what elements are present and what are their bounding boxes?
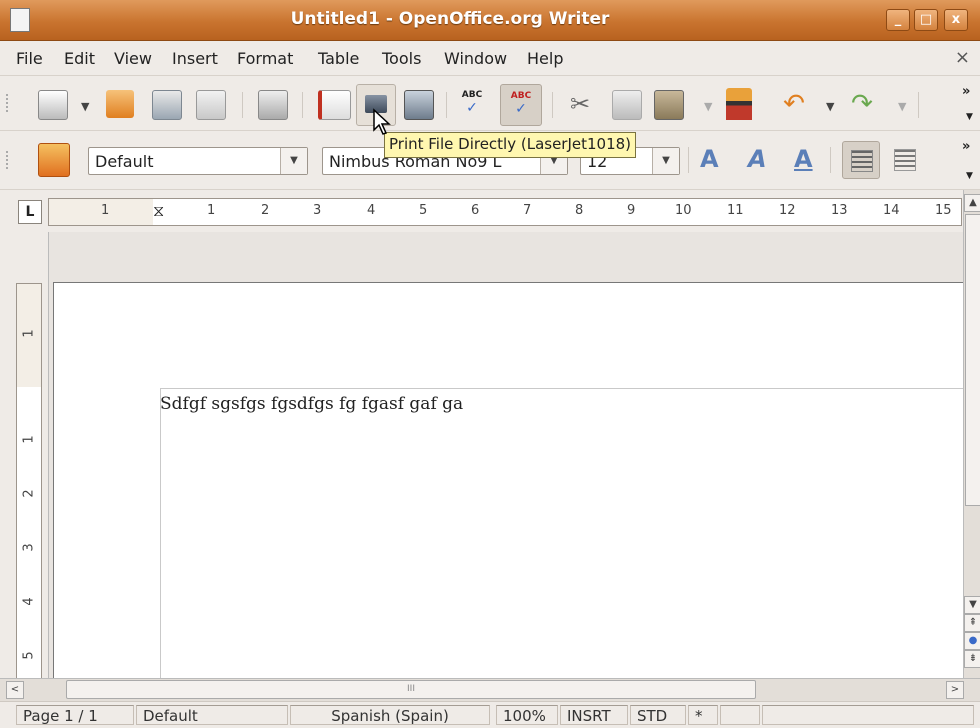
- redo-icon[interactable]: ↷: [848, 90, 876, 118]
- print-preview-icon[interactable]: [404, 90, 434, 120]
- new-dropdown-arrow[interactable]: ▼: [81, 100, 89, 113]
- menu-tools[interactable]: Tools: [382, 49, 421, 68]
- menu-view[interactable]: View: [114, 49, 152, 68]
- toolbar-overflow-arrow-icon[interactable]: ▼: [966, 112, 973, 122]
- toolbar-grip[interactable]: [6, 94, 12, 112]
- bold-icon[interactable]: A: [700, 145, 719, 173]
- paste-dropdown-arrow[interactable]: ▼: [704, 100, 712, 113]
- toolbar-overflow-icon[interactable]: »: [962, 84, 970, 99]
- clone-format-icon[interactable]: [726, 88, 752, 120]
- mouse-cursor-icon: [373, 108, 391, 135]
- document-page[interactable]: [53, 282, 964, 679]
- close-window-button[interactable]: x: [944, 9, 968, 31]
- styles-icon[interactable]: [38, 143, 70, 177]
- vertical-ruler[interactable]: 1 1 2 3 4 5: [16, 283, 42, 680]
- next-page-icon[interactable]: ⇟: [964, 650, 980, 668]
- paste-icon[interactable]: [654, 90, 684, 120]
- align-center-icon[interactable]: [888, 143, 920, 175]
- chevron-down-icon[interactable]: ▼: [280, 148, 307, 174]
- scroll-right-icon[interactable]: >: [946, 681, 964, 699]
- undo-icon[interactable]: ↶: [780, 90, 808, 118]
- maximize-button[interactable]: □: [914, 9, 938, 31]
- horizontal-scroll-thumb[interactable]: III: [66, 680, 756, 699]
- status-page[interactable]: Page 1 / 1: [16, 705, 134, 725]
- status-signature[interactable]: [720, 705, 760, 725]
- cut-icon[interactable]: ✂: [566, 90, 594, 118]
- close-document-button[interactable]: ×: [955, 47, 970, 68]
- previous-page-icon[interactable]: ⇞: [964, 614, 980, 632]
- open-folder-icon[interactable]: [106, 90, 134, 118]
- horizontal-ruler[interactable]: 1 ⧖ 1 2 3 4 5 6 7 8 9 10 11 12 13 14 15: [48, 198, 962, 226]
- tooltip: Print File Directly (LaserJet1018): [384, 132, 637, 158]
- menu-insert[interactable]: Insert: [172, 49, 218, 68]
- menu-window[interactable]: Window: [444, 49, 507, 68]
- menu-help[interactable]: Help: [527, 49, 563, 68]
- align-left-icon[interactable]: [842, 141, 880, 179]
- menu-format[interactable]: Format: [237, 49, 293, 68]
- chevron-down-icon[interactable]: ▼: [652, 148, 679, 174]
- navigator-icon[interactable]: ●: [964, 632, 980, 650]
- status-page-style[interactable]: Default: [136, 705, 288, 725]
- save-icon[interactable]: [152, 90, 182, 120]
- text-boundary: [160, 388, 963, 389]
- standard-toolbar: ▼ ABC ✓ ABC ✓ ✂ ▼ ↶ ▼ ↷ ▼ » ▼: [0, 76, 980, 131]
- status-insert-mode[interactable]: INSRT: [560, 705, 628, 725]
- status-language[interactable]: Spanish (Spain): [290, 705, 490, 725]
- undo-dropdown-arrow[interactable]: ▼: [826, 100, 834, 113]
- toolbar-overflow-icon[interactable]: »: [962, 139, 970, 154]
- underline-icon[interactable]: A: [794, 145, 813, 173]
- new-document-icon[interactable]: [38, 90, 68, 120]
- paragraph-style-select[interactable]: Default ▼: [88, 147, 308, 175]
- tab-stop-selector[interactable]: L: [18, 200, 42, 224]
- scroll-left-icon[interactable]: <: [6, 681, 24, 699]
- menu-edit[interactable]: Edit: [64, 49, 95, 68]
- paragraph-style-value: Default: [95, 152, 154, 171]
- autospellcheck-icon[interactable]: ABC ✓: [500, 84, 542, 126]
- vertical-scrollbar[interactable]: ▲ ▼ ⇞ ● ⇟: [963, 190, 980, 678]
- title-bar: Untitled1 - OpenOffice.org Writer _ □ x: [0, 0, 980, 41]
- text-boundary: [160, 388, 161, 678]
- indent-marker-icon[interactable]: ⧖: [153, 201, 164, 221]
- minimize-button[interactable]: _: [886, 9, 910, 31]
- status-zoom[interactable]: 100%: [496, 705, 558, 725]
- copy-icon[interactable]: [612, 90, 642, 120]
- italic-icon[interactable]: A: [748, 145, 767, 173]
- window-title: Untitled1 - OpenOffice.org Writer: [290, 9, 610, 29]
- status-selection-mode[interactable]: STD: [630, 705, 686, 725]
- export-pdf-icon[interactable]: [318, 90, 351, 120]
- menu-bar: File Edit View Insert Format Table Tools…: [0, 41, 980, 76]
- status-bar: Page 1 / 1 Default Spanish (Spain) 100% …: [0, 701, 980, 728]
- vertical-scroll-thumb[interactable]: [965, 214, 980, 506]
- scroll-down-icon[interactable]: ▼: [964, 596, 980, 614]
- toolbar-grip[interactable]: [6, 151, 12, 169]
- toolbar-overflow-arrow-icon[interactable]: ▼: [966, 171, 973, 181]
- menu-file[interactable]: File: [16, 49, 43, 68]
- scroll-up-icon[interactable]: ▲: [964, 194, 980, 212]
- menu-table[interactable]: Table: [318, 49, 359, 68]
- status-modified[interactable]: *: [688, 705, 718, 725]
- email-icon[interactable]: [196, 90, 226, 120]
- status-object-info: [762, 705, 974, 725]
- edit-file-icon[interactable]: [258, 90, 288, 120]
- document-text[interactable]: Sdfgf sgsfgs fgsdfgs fg fgasf gaf ga: [160, 394, 463, 414]
- spellcheck-icon[interactable]: ABC ✓: [458, 90, 486, 118]
- redo-dropdown-arrow[interactable]: ▼: [898, 100, 906, 113]
